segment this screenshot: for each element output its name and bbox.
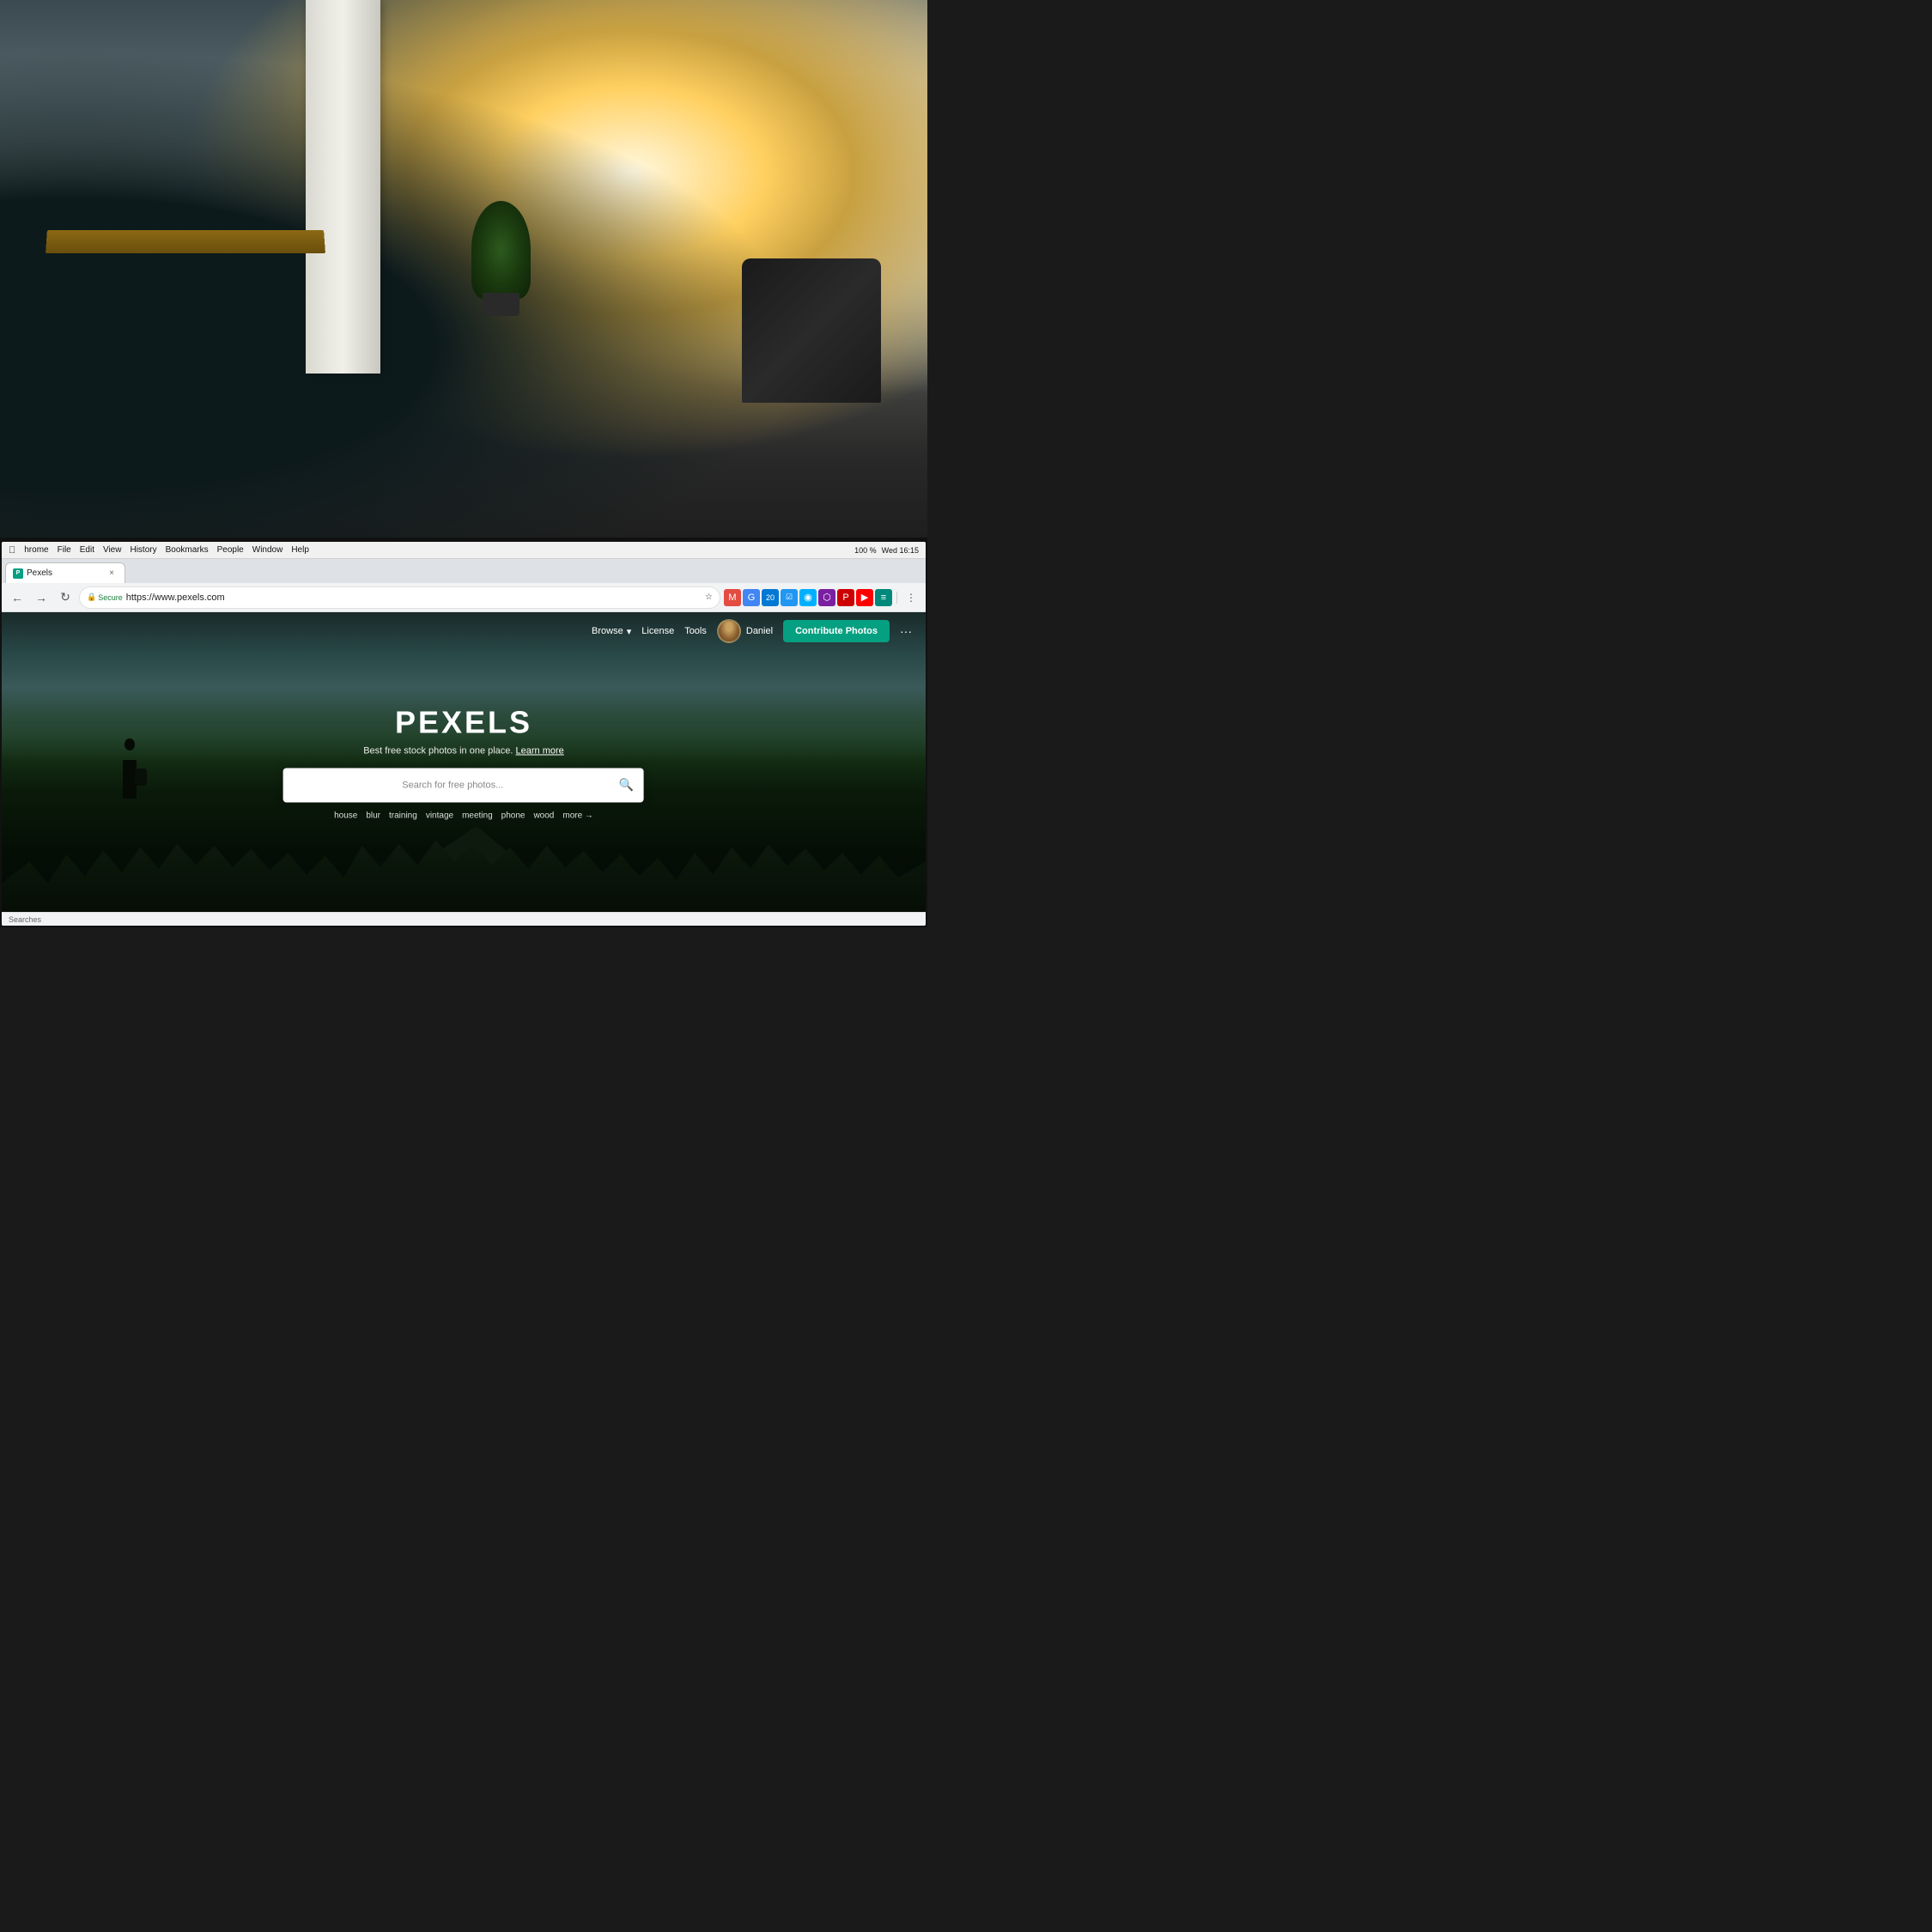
popular-tag-house[interactable]: house bbox=[334, 811, 357, 820]
todo-ext-icon[interactable]: ☑ bbox=[781, 589, 798, 606]
forward-button[interactable]: → bbox=[31, 587, 52, 608]
popular-tag-blur[interactable]: blur bbox=[366, 811, 380, 820]
menu-window[interactable]: Window bbox=[252, 545, 283, 555]
os-menubar:  hrome File Edit View History Bookmarks… bbox=[2, 542, 926, 559]
favicon-letter: P bbox=[16, 570, 21, 576]
user-profile-button[interactable]: Daniel bbox=[717, 619, 773, 643]
browser-tab-active[interactable]: P Pexels × bbox=[5, 562, 125, 583]
clock: Wed 16:15 bbox=[882, 546, 919, 555]
url-display: https://www.pexels.com bbox=[126, 592, 702, 603]
secure-label: Secure bbox=[98, 593, 123, 602]
back-button[interactable]: ← bbox=[7, 587, 27, 608]
gmail-ext-icon[interactable]: M bbox=[724, 589, 741, 606]
tagline-text: Best free stock photos in one place. bbox=[363, 745, 513, 756]
tab-close-button[interactable]: × bbox=[106, 568, 118, 580]
menu-file[interactable]: File bbox=[58, 545, 71, 555]
popular-tag-vintage[interactable]: vintage bbox=[426, 811, 453, 820]
battery-status: 100 % bbox=[854, 546, 877, 555]
search-icon: 🔍 bbox=[619, 778, 634, 793]
hero-content: PEXELS Best free stock photos in one pla… bbox=[94, 704, 834, 820]
sheets-ext-icon[interactable]: ≡ bbox=[875, 589, 892, 606]
menubar-right: 100 % Wed 16:15 bbox=[854, 546, 919, 555]
menu-help[interactable]: Help bbox=[291, 545, 309, 555]
address-bar[interactable]: 🔒 Secure https://www.pexels.com ☆ bbox=[79, 586, 720, 609]
popular-tag-training[interactable]: training bbox=[389, 811, 417, 820]
app-name: hrome bbox=[24, 545, 48, 555]
hero-section: Browse ▾ License Tools Daniel bbox=[2, 612, 926, 912]
username-label: Daniel bbox=[746, 626, 773, 636]
menu-bookmarks[interactable]: Bookmarks bbox=[166, 545, 209, 555]
contribute-photos-button[interactable]: Contribute Photos bbox=[783, 620, 890, 642]
more-searches-link[interactable]: more → bbox=[562, 811, 593, 820]
menu-people[interactable]: People bbox=[217, 545, 244, 555]
office-background bbox=[0, 0, 927, 575]
google-ext-icon[interactable]: G bbox=[743, 589, 760, 606]
tor-ext-icon[interactable]: ⬡ bbox=[818, 589, 835, 606]
search-box[interactable]: Search for free photos... 🔍 bbox=[283, 768, 644, 802]
pexels-navbar: Browse ▾ License Tools Daniel bbox=[2, 612, 926, 650]
pdf-ext-icon[interactable]: P bbox=[837, 589, 854, 606]
menu-history[interactable]: History bbox=[130, 545, 156, 555]
tab-favicon: P bbox=[13, 568, 23, 579]
popular-searches-row: house blur training vintage meeting phon… bbox=[94, 811, 834, 820]
menubar-left:  hrome File Edit View History Bookmarks… bbox=[9, 545, 309, 556]
tabs-bar: P Pexels × bbox=[2, 559, 926, 583]
license-button[interactable]: License bbox=[641, 626, 674, 636]
lock-icon: 🔒 bbox=[87, 592, 96, 602]
pexels-logo: PEXELS bbox=[94, 704, 834, 740]
popular-tag-wood[interactable]: wood bbox=[533, 811, 554, 820]
popular-tag-phone[interactable]: phone bbox=[501, 811, 526, 820]
menu-view[interactable]: View bbox=[103, 545, 122, 555]
secure-badge: 🔒 Secure bbox=[87, 592, 123, 602]
browser-window:  hrome File Edit View History Bookmarks… bbox=[2, 542, 926, 926]
chair bbox=[742, 258, 881, 402]
browse-chevron-icon: ▾ bbox=[627, 626, 632, 637]
status-text: Searches bbox=[9, 915, 41, 924]
avatar-image bbox=[719, 621, 739, 641]
more-tools-button[interactable]: ⋮ bbox=[902, 588, 920, 607]
toolbar-extension-icons: M G 20 ☑ ◉ ⬡ P ▶ ≡ ⋮ bbox=[724, 588, 920, 607]
vpn-ext-icon[interactable]: ◉ bbox=[799, 589, 817, 606]
pillar bbox=[306, 0, 380, 374]
tab-title: Pexels bbox=[27, 568, 52, 578]
chrome-toolbar: ← → ↻ 🔒 Secure https://www.pexels.com ☆ bbox=[2, 583, 926, 612]
plant-leaves bbox=[471, 201, 531, 299]
extensions-group: M G 20 ☑ ◉ ⬡ P ▶ ≡ bbox=[724, 589, 892, 606]
plant bbox=[464, 201, 538, 316]
plant-pot bbox=[483, 293, 519, 316]
nav-more-button[interactable]: ··· bbox=[900, 624, 912, 638]
popular-tag-meeting[interactable]: meeting bbox=[462, 811, 493, 820]
browser-status-bar: Searches bbox=[2, 912, 926, 926]
user-avatar bbox=[717, 619, 741, 643]
pexels-website: Browse ▾ License Tools Daniel bbox=[2, 612, 926, 912]
apple-icon:  bbox=[9, 545, 15, 556]
youtube-ext-icon[interactable]: ▶ bbox=[856, 589, 873, 606]
laptop-screen:  hrome File Edit View History Bookmarks… bbox=[0, 538, 927, 927]
table bbox=[46, 230, 325, 253]
tools-button[interactable]: Tools bbox=[684, 626, 707, 636]
search-placeholder: Search for free photos... bbox=[294, 780, 612, 790]
nav-right-group: Browse ▾ License Tools Daniel bbox=[592, 619, 912, 643]
calendar-ext-icon[interactable]: 20 bbox=[762, 589, 779, 606]
hero-tagline: Best free stock photos in one place. Lea… bbox=[94, 745, 834, 756]
toolbar-divider bbox=[896, 592, 897, 604]
bookmark-icon[interactable]: ☆ bbox=[705, 592, 713, 602]
menu-edit[interactable]: Edit bbox=[80, 545, 94, 555]
learn-more-link[interactable]: Learn more bbox=[516, 745, 564, 756]
browse-button[interactable]: Browse ▾ bbox=[592, 626, 631, 637]
browse-label: Browse bbox=[592, 626, 623, 636]
refresh-button[interactable]: ↻ bbox=[55, 587, 76, 608]
screen-bezel:  hrome File Edit View History Bookmarks… bbox=[0, 540, 927, 927]
